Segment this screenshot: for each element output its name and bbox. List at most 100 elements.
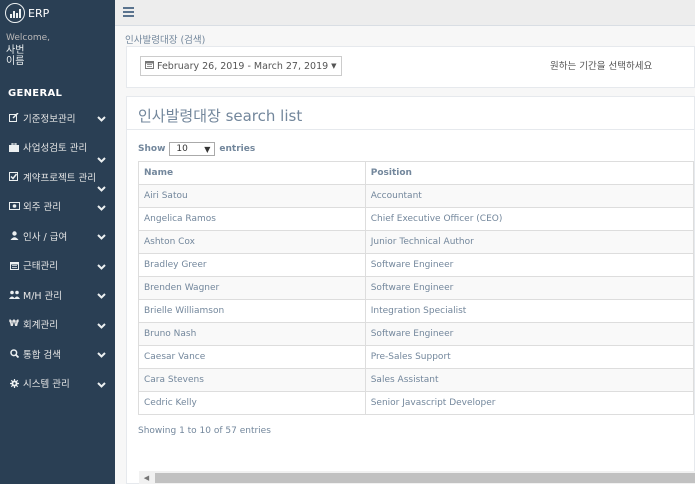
menu-toggle-icon[interactable] bbox=[123, 7, 134, 17]
date-range-value: February 26, 2019 - March 27, 2019 bbox=[157, 60, 329, 72]
horizontal-scrollbar[interactable]: ◀ bbox=[139, 471, 695, 484]
table-row[interactable]: Cara Stevens Sales Assistant bbox=[138, 368, 695, 392]
table-row[interactable]: Airi Satou Accountant bbox=[138, 184, 695, 208]
sidebar-item-label: 기준정보관리 bbox=[23, 113, 76, 125]
calendar-icon bbox=[145, 60, 154, 72]
search-list-panel: 인사발령대장 search list Show 10 ▼ entries Nam… bbox=[126, 96, 695, 484]
cell-position: Integration Specialist bbox=[364, 299, 695, 323]
table-row[interactable]: Brielle Williamson Integration Specialist bbox=[138, 299, 695, 323]
sidebar-item-label: 외주 관리 bbox=[23, 202, 61, 214]
data-table: Name Position Airi Satou Accountant Angel… bbox=[138, 161, 695, 415]
gear-icon bbox=[8, 378, 20, 388]
sidebar-menu: 기준정보관리 사업성검토 관리 계약프로젝트 관리 외주 관리 인사 / 급여 … bbox=[0, 103, 115, 398]
cell-name: Bruno Nash bbox=[138, 322, 366, 346]
table-row[interactable]: Caesar Vance Pre-Sales Support bbox=[138, 345, 695, 369]
table-row[interactable]: Angelica Ramos Chief Executive Officer (C… bbox=[138, 207, 695, 231]
date-range-picker[interactable]: February 26, 2019 - March 27, 2019 ▼ bbox=[140, 56, 342, 76]
sidebar-item-label: 시스템 관리 bbox=[23, 379, 70, 391]
bar-chart-icon bbox=[5, 3, 25, 23]
entries-label: entries bbox=[219, 144, 256, 154]
chevron-down-icon bbox=[97, 291, 106, 302]
caret-down-icon: ▼ bbox=[331, 62, 337, 70]
cell-name: Caesar Vance bbox=[138, 345, 366, 369]
date-filter-panel: February 26, 2019 - March 27, 2019 ▼ 원하는… bbox=[126, 46, 695, 88]
cell-position: Sales Assistant bbox=[364, 368, 695, 392]
table-row[interactable]: Bradley Greer Software Engineer bbox=[138, 253, 695, 277]
cell-name: Brielle Williamson bbox=[138, 299, 366, 323]
entries-select[interactable]: 10 ▼ bbox=[169, 142, 216, 156]
sidebar-item-label: 근태관리 bbox=[23, 261, 58, 273]
cell-name: Brenden Wagner bbox=[138, 276, 366, 300]
cell-position: Accountant bbox=[364, 184, 695, 208]
check-square-icon bbox=[8, 172, 20, 182]
menu-section-title: GENERAL bbox=[8, 88, 63, 99]
sidebar-item-label: 사업성검토 관리 bbox=[23, 143, 88, 155]
scroll-left-icon[interactable]: ◀ bbox=[139, 471, 154, 484]
table-row[interactable]: Bruno Nash Software Engineer bbox=[138, 322, 695, 346]
column-header-position[interactable]: Position bbox=[364, 161, 695, 185]
table-row[interactable]: Cedric Kelly Senior Javascript Developer bbox=[138, 391, 695, 415]
calendar-icon bbox=[8, 260, 20, 270]
chevron-down-icon bbox=[97, 232, 106, 243]
sidebar-item-master-data[interactable]: 기준정보관리 bbox=[0, 103, 115, 133]
edit-icon bbox=[8, 113, 20, 123]
table-row[interactable]: Brenden Wagner Software Engineer bbox=[138, 276, 695, 300]
chevron-down-icon bbox=[97, 203, 106, 214]
chevron-down-icon bbox=[97, 350, 106, 361]
chevron-down-icon bbox=[97, 262, 106, 273]
sidebar-item-label: 인사 / 급여 bbox=[23, 231, 68, 243]
sidebar-item-label: 회계관리 bbox=[23, 320, 58, 332]
user-name: 사번 이름 bbox=[6, 45, 25, 67]
sidebar-item-system[interactable]: 시스템 관리 bbox=[0, 369, 115, 399]
divider bbox=[127, 129, 695, 130]
sidebar-item-contract-project[interactable]: 계약프로젝트 관리 bbox=[0, 162, 115, 192]
chevron-down-icon bbox=[97, 114, 106, 125]
sidebar-item-label: 계약프로젝트 관리 bbox=[23, 172, 96, 184]
user-icon bbox=[8, 231, 20, 241]
welcome-text: Welcome, bbox=[6, 33, 51, 43]
scrollbar-thumb[interactable] bbox=[155, 473, 695, 483]
sidebar-item-hr-payroll[interactable]: 인사 / 급여 bbox=[0, 221, 115, 251]
brand[interactable]: ERP bbox=[5, 3, 49, 23]
chevron-down-icon bbox=[97, 380, 106, 391]
sidebar-item-feasibility[interactable]: 사업성검토 관리 bbox=[0, 133, 115, 163]
page-title: 인사발령대장 (검색) bbox=[125, 35, 206, 46]
sidebar: ERP Welcome, 사번 이름 GENERAL 기준정보관리 사업성검토 … bbox=[0, 0, 115, 484]
table-row[interactable]: Ashton Cox Junior Technical Author bbox=[138, 230, 695, 254]
caret-down-icon: ▼ bbox=[204, 144, 211, 154]
cell-name: Bradley Greer bbox=[138, 253, 366, 277]
cell-position: Junior Technical Author bbox=[364, 230, 695, 254]
sidebar-item-mh[interactable]: M/H 관리 bbox=[0, 280, 115, 310]
won-icon: ₩ bbox=[9, 319, 19, 330]
cell-position: Senior Javascript Developer bbox=[364, 391, 695, 415]
entries-length-control: Show 10 ▼ entries bbox=[138, 142, 255, 156]
panel-title: 인사발령대장 search list bbox=[138, 107, 303, 125]
cell-position: Pre-Sales Support bbox=[364, 345, 695, 369]
cell-position: Software Engineer bbox=[364, 322, 695, 346]
sidebar-item-accounting[interactable]: ₩ 회계관리 bbox=[0, 310, 115, 340]
column-header-name[interactable]: Name bbox=[138, 161, 366, 185]
sidebar-item-integrated-search[interactable]: 통합 검색 bbox=[0, 339, 115, 369]
chevron-down-icon bbox=[97, 321, 106, 332]
sidebar-item-attendance[interactable]: 근태관리 bbox=[0, 251, 115, 281]
top-nav bbox=[115, 0, 695, 26]
brand-name: ERP bbox=[28, 6, 50, 20]
cell-position: Software Engineer bbox=[364, 253, 695, 277]
cell-name: Cedric Kelly bbox=[138, 391, 366, 415]
sidebar-item-label: 통합 검색 bbox=[23, 349, 61, 361]
cell-position: Chief Executive Officer (CEO) bbox=[364, 207, 695, 231]
sidebar-item-label: M/H 관리 bbox=[23, 290, 63, 302]
cell-name: Angelica Ramos bbox=[138, 207, 366, 231]
money-icon bbox=[8, 201, 20, 211]
show-label: Show bbox=[138, 144, 166, 154]
entries-value: 10 bbox=[176, 144, 188, 154]
sidebar-item-outsourcing[interactable]: 외주 관리 bbox=[0, 192, 115, 222]
table-info: Showing 1 to 10 of 57 entries bbox=[138, 426, 271, 436]
cell-name: Ashton Cox bbox=[138, 230, 366, 254]
cell-name: Airi Satou bbox=[138, 184, 366, 208]
briefcase-icon bbox=[8, 142, 20, 152]
search-icon bbox=[8, 349, 20, 359]
cell-position: Software Engineer bbox=[364, 276, 695, 300]
users-icon bbox=[8, 290, 20, 300]
date-hint: 원하는 기간을 선택하세요 bbox=[550, 61, 653, 72]
